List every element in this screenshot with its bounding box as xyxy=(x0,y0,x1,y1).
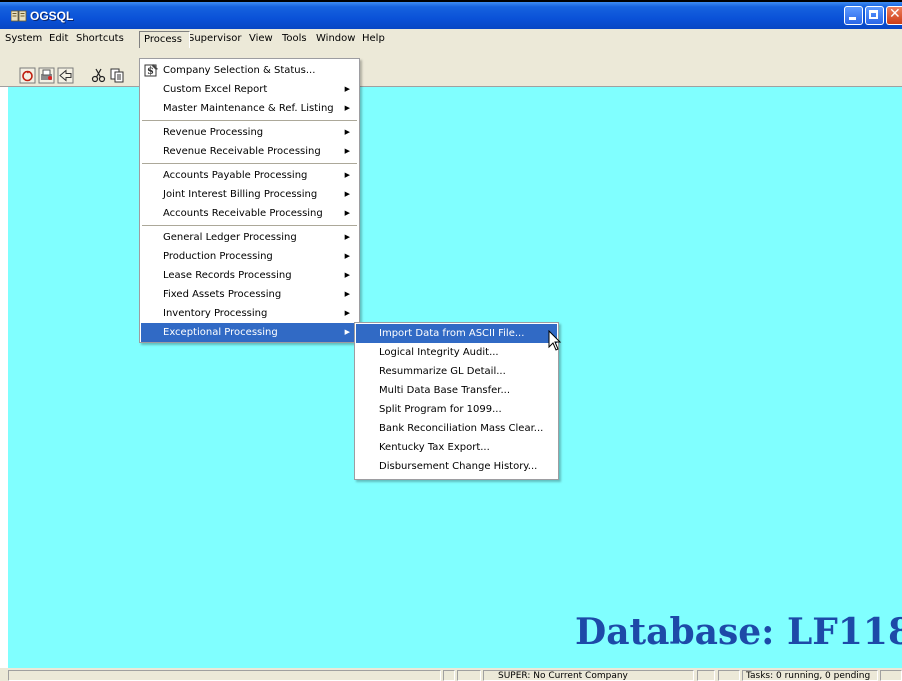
submenu-arrow-icon: ▶ xyxy=(344,252,350,260)
open-icon[interactable] xyxy=(19,67,36,84)
submenu-arrow-icon: ▶ xyxy=(344,233,350,241)
process-menu: $ Company Selection & Status... Custom E… xyxy=(139,58,360,343)
status-panel-small xyxy=(697,670,715,681)
company-selection-icon: $ xyxy=(144,64,158,77)
status-panel-small xyxy=(880,670,902,681)
menu-item-label: Lease Records Processing xyxy=(163,270,292,281)
status-panel-small xyxy=(457,670,481,681)
menu-item-custom-excel-report[interactable]: Custom Excel Report ▶ xyxy=(141,80,358,99)
menu-item-import-ascii[interactable]: Import Data from ASCII File... xyxy=(356,324,557,343)
status-panel-small xyxy=(443,670,455,681)
menu-item-exceptional-processing[interactable]: Exceptional Processing ▶ xyxy=(141,323,358,342)
submenu-arrow-icon: ▶ xyxy=(344,128,350,136)
menu-separator xyxy=(142,120,357,121)
menu-item-production-processing[interactable]: Production Processing ▶ xyxy=(141,247,358,266)
menu-item-label: Master Maintenance & Ref. Listing xyxy=(163,103,334,114)
menu-help[interactable]: Help xyxy=(362,33,385,44)
status-tasks: Tasks: 0 running, 0 pending xyxy=(742,670,878,681)
cut-icon[interactable] xyxy=(90,67,107,84)
menu-item-logical-integrity-audit[interactable]: Logical Integrity Audit... xyxy=(356,343,557,362)
menu-item-label: Joint Interest Billing Processing xyxy=(163,189,318,200)
toolbar xyxy=(0,48,902,87)
menu-item-label: Split Program for 1099... xyxy=(379,404,502,415)
menu-item-master-maintenance[interactable]: Master Maintenance & Ref. Listing ▶ xyxy=(141,99,358,118)
menu-bar: System Edit Shortcuts Supervisor View To… xyxy=(0,29,902,48)
database-label: Database: LF118 xyxy=(575,611,902,653)
menu-tools[interactable]: Tools xyxy=(282,33,307,44)
submenu-arrow-icon: ▶ xyxy=(344,328,350,336)
menu-item-fixed-assets[interactable]: Fixed Assets Processing ▶ xyxy=(141,285,358,304)
menu-shortcuts[interactable]: Shortcuts xyxy=(76,33,124,44)
menu-item-accounts-payable[interactable]: Accounts Payable Processing ▶ xyxy=(141,166,358,185)
menu-item-accounts-receivable[interactable]: Accounts Receivable Processing ▶ xyxy=(141,204,358,223)
menu-item-label: Multi Data Base Transfer... xyxy=(379,385,511,396)
menu-item-label: Import Data from ASCII File... xyxy=(379,328,525,339)
menu-item-revenue-receivable[interactable]: Revenue Receivable Processing ▶ xyxy=(141,142,358,161)
print-preview-icon[interactable] xyxy=(38,67,55,84)
menu-item-label: Inventory Processing xyxy=(163,308,268,319)
close-icon[interactable]: ✕ xyxy=(886,6,902,25)
menu-item-disbursement-change-history[interactable]: Disbursement Change History... xyxy=(356,457,557,476)
menu-separator xyxy=(142,163,357,164)
minimize-icon[interactable] xyxy=(844,6,863,25)
svg-text:$: $ xyxy=(147,66,154,77)
menu-item-label: Resummarize GL Detail... xyxy=(379,366,506,377)
menu-item-label: Fixed Assets Processing xyxy=(163,289,282,300)
menu-item-inventory-processing[interactable]: Inventory Processing ▶ xyxy=(141,304,358,323)
submenu-arrow-icon: ▶ xyxy=(344,209,350,217)
submenu-arrow-icon: ▶ xyxy=(344,290,350,298)
ogsql-app-icon xyxy=(11,10,27,22)
submenu-arrow-icon: ▶ xyxy=(344,85,350,93)
menu-system[interactable]: System xyxy=(5,33,42,44)
status-panel-small xyxy=(718,670,740,681)
title-bar[interactable]: OGSQL ✕ xyxy=(0,0,902,29)
menu-item-label: Revenue Receivable Processing xyxy=(163,146,321,157)
menu-item-company-selection[interactable]: $ Company Selection & Status... xyxy=(141,61,358,80)
menu-edit[interactable]: Edit xyxy=(49,33,68,44)
submenu-arrow-icon: ▶ xyxy=(344,147,350,155)
menu-item-kentucky-tax-export[interactable]: Kentucky Tax Export... xyxy=(356,438,557,457)
menu-item-label: Company Selection & Status... xyxy=(163,65,316,76)
window-title: OGSQL xyxy=(30,9,74,23)
menu-item-label: Logical Integrity Audit... xyxy=(379,347,499,358)
menu-item-label: Kentucky Tax Export... xyxy=(379,442,490,453)
back-icon[interactable] xyxy=(57,67,74,84)
menu-item-resummarize-gl[interactable]: Resummarize GL Detail... xyxy=(356,362,557,381)
menu-item-label: Revenue Processing xyxy=(163,127,264,138)
menu-window[interactable]: Window xyxy=(316,33,355,44)
menu-item-label: Exceptional Processing xyxy=(163,327,278,338)
menu-item-label: Bank Reconciliation Mass Clear... xyxy=(379,423,544,434)
menu-supervisor[interactable]: Supervisor xyxy=(188,33,241,44)
status-user-company: SUPER: No Current Company xyxy=(483,670,694,681)
submenu-arrow-icon: ▶ xyxy=(344,271,350,279)
status-panel-main xyxy=(8,670,441,681)
menu-separator xyxy=(142,225,357,226)
menu-item-label: Accounts Receivable Processing xyxy=(163,208,323,219)
menu-item-general-ledger[interactable]: General Ledger Processing ▶ xyxy=(141,228,358,247)
menu-item-lease-records[interactable]: Lease Records Processing ▶ xyxy=(141,266,358,285)
exceptional-processing-submenu: Import Data from ASCII File... Logical I… xyxy=(354,322,559,480)
status-bar: SUPER: No Current Company Tasks: 0 runni… xyxy=(0,668,902,681)
menu-item-split-program-1099[interactable]: Split Program for 1099... xyxy=(356,400,557,419)
menu-item-label: General Ledger Processing xyxy=(163,232,297,243)
menu-item-bank-reconciliation-clear[interactable]: Bank Reconciliation Mass Clear... xyxy=(356,419,557,438)
menu-view[interactable]: View xyxy=(249,33,273,44)
menu-item-revenue-processing[interactable]: Revenue Processing ▶ xyxy=(141,123,358,142)
menu-item-label: Disbursement Change History... xyxy=(379,461,538,472)
menu-item-label: Accounts Payable Processing xyxy=(163,170,308,181)
menu-item-multi-database-transfer[interactable]: Multi Data Base Transfer... xyxy=(356,381,557,400)
submenu-arrow-icon: ▶ xyxy=(344,171,350,179)
submenu-arrow-icon: ▶ xyxy=(344,104,350,112)
submenu-arrow-icon: ▶ xyxy=(344,190,350,198)
menu-item-joint-interest-billing[interactable]: Joint Interest Billing Processing ▶ xyxy=(141,185,358,204)
maximize-icon[interactable] xyxy=(865,6,884,25)
menu-process-open[interactable]: Process xyxy=(139,31,190,48)
menu-item-label: Custom Excel Report xyxy=(163,84,268,95)
menu-item-label: Production Processing xyxy=(163,251,273,262)
menu-process[interactable]: Process xyxy=(144,34,182,45)
mouse-cursor-icon xyxy=(548,330,562,351)
submenu-arrow-icon: ▶ xyxy=(344,309,350,317)
copy-icon[interactable] xyxy=(109,67,126,84)
